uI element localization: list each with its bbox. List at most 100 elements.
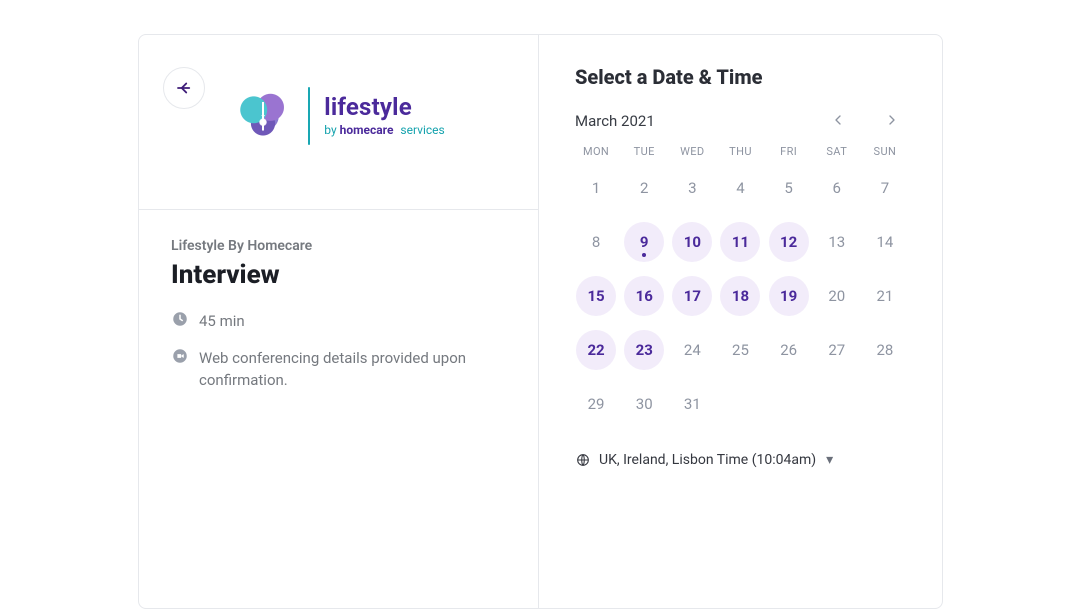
calendar-day-disabled: 31 [672,384,712,424]
clock-icon [171,310,189,328]
calendar-cell: 3 [671,166,713,210]
calendar-day-disabled: 20 [817,276,857,316]
calendar-cell: 16 [623,274,665,318]
calendar-cell: 1 [575,166,617,210]
calendar-cell: 23 [623,328,665,372]
calendar-day-disabled: 2 [624,168,664,208]
calendar-day-disabled: 14 [865,222,905,262]
calendar-day-disabled: 6 [817,168,857,208]
calendar-day-available[interactable]: 23 [624,330,664,370]
calendar-day-available[interactable]: 10 [672,222,712,262]
calendar-cell: 7 [864,166,906,210]
calendar-cell: 8 [575,220,617,264]
calendar-cell: 14 [864,220,906,264]
calendar-cell: 21 [864,274,906,318]
calendar-day-available[interactable]: 22 [576,330,616,370]
calendar-cell: 30 [623,382,665,426]
calendar-cell: 20 [816,274,858,318]
prev-month-button[interactable] [824,107,852,135]
calendar-cell: 22 [575,328,617,372]
timezone-label: UK, Ireland, Lisbon Time (10:04am) [599,452,816,468]
calendar-day-disabled: 27 [817,330,857,370]
dow-label: WED [671,145,713,158]
month-label: March 2021 [575,112,655,130]
dow-label: FRI [768,145,810,158]
calendar-day-available[interactable]: 17 [672,276,712,316]
calendar-day-disabled: 30 [624,384,664,424]
calendar-cell: 28 [864,328,906,372]
dow-label: SUN [864,145,906,158]
brand: lifestyle by homecare services [139,85,538,147]
calendar-cell: 13 [816,220,858,264]
calendar-cell: 6 [816,166,858,210]
calendar-day-available[interactable]: 12 [769,222,809,262]
calendar-day-available[interactable]: 15 [576,276,616,316]
calendar-cell: 2 [623,166,665,210]
dow-label: THU [719,145,761,158]
calendar-day-disabled: 1 [576,168,616,208]
conferencing-row: Web conferencing details provided upon c… [171,347,506,392]
caret-down-icon: ▾ [826,452,833,468]
left-panel: lifestyle by homecare services Lifestyle… [139,35,539,608]
next-month-button[interactable] [878,107,906,135]
brand-divider [308,87,310,145]
calendar-cell: 31 [671,382,713,426]
calendar-day-disabled: 5 [769,168,809,208]
calendar-day-disabled: 25 [720,330,760,370]
brand-word-sub: by homecare services [324,124,444,137]
dow-label: MON [575,145,617,158]
chevron-left-icon [830,112,846,128]
company-name: Lifestyle By Homecare [171,238,506,254]
globe-icon [575,452,591,468]
calendar-cell: 15 [575,274,617,318]
calendar-cell: 17 [671,274,713,318]
calendar-day-disabled: 4 [720,168,760,208]
calendar-day-disabled: 24 [672,330,712,370]
calendar-day-available[interactable]: 9 [624,222,664,262]
calendar-day-disabled: 13 [817,222,857,262]
month-nav [824,107,906,135]
calendar-day-available[interactable]: 18 [720,276,760,316]
calendar-day-available[interactable]: 11 [720,222,760,262]
calendar-cell: 19 [768,274,810,318]
calendar-day-available[interactable]: 19 [769,276,809,316]
calendar-header: March 2021 [575,107,906,135]
calendar-cell: 9 [623,220,665,264]
select-title: Select a Date & Time [575,65,906,89]
video-icon [171,347,189,365]
calendar-cell: 11 [719,220,761,264]
calendar-grid: 1234567891011121314151617181920212223242… [575,166,906,426]
calendar-cell: 12 [768,220,810,264]
duration-text: 45 min [199,310,245,333]
chevron-right-icon [884,112,900,128]
timezone-picker[interactable]: UK, Ireland, Lisbon Time (10:04am) ▾ [575,452,906,468]
brand-mark-icon [232,85,294,147]
calendar-cell: 10 [671,220,713,264]
day-of-week-row: MON TUE WED THU FRI SAT SUN [575,145,906,158]
calendar-cell-empty [768,382,810,426]
calendar-cell: 25 [719,328,761,372]
brand-wordmark: lifestyle by homecare services [324,95,444,137]
calendar-day-disabled: 26 [769,330,809,370]
calendar-cell: 5 [768,166,810,210]
dow-label: SAT [816,145,858,158]
calendar-cell: 26 [768,328,810,372]
calendar-day-disabled: 29 [576,384,616,424]
calendar-cell: 29 [575,382,617,426]
calendar-day-available[interactable]: 16 [624,276,664,316]
logo-area: lifestyle by homecare services [139,35,538,210]
event-title: Interview [171,260,506,290]
scheduling-card: lifestyle by homecare services Lifestyle… [138,34,943,609]
calendar-cell: 18 [719,274,761,318]
conferencing-text: Web conferencing details provided upon c… [199,347,506,392]
calendar-day-disabled: 7 [865,168,905,208]
duration-row: 45 min [171,310,506,333]
calendar-cell: 24 [671,328,713,372]
calendar-day-disabled: 8 [576,222,616,262]
right-panel: Select a Date & Time March 2021 MON TUE WE… [539,35,942,608]
event-details: Lifestyle By Homecare Interview 45 min W… [139,210,538,434]
dow-label: TUE [623,145,665,158]
calendar-cell-empty [816,382,858,426]
calendar-cell-empty [719,382,761,426]
calendar-cell: 27 [816,328,858,372]
